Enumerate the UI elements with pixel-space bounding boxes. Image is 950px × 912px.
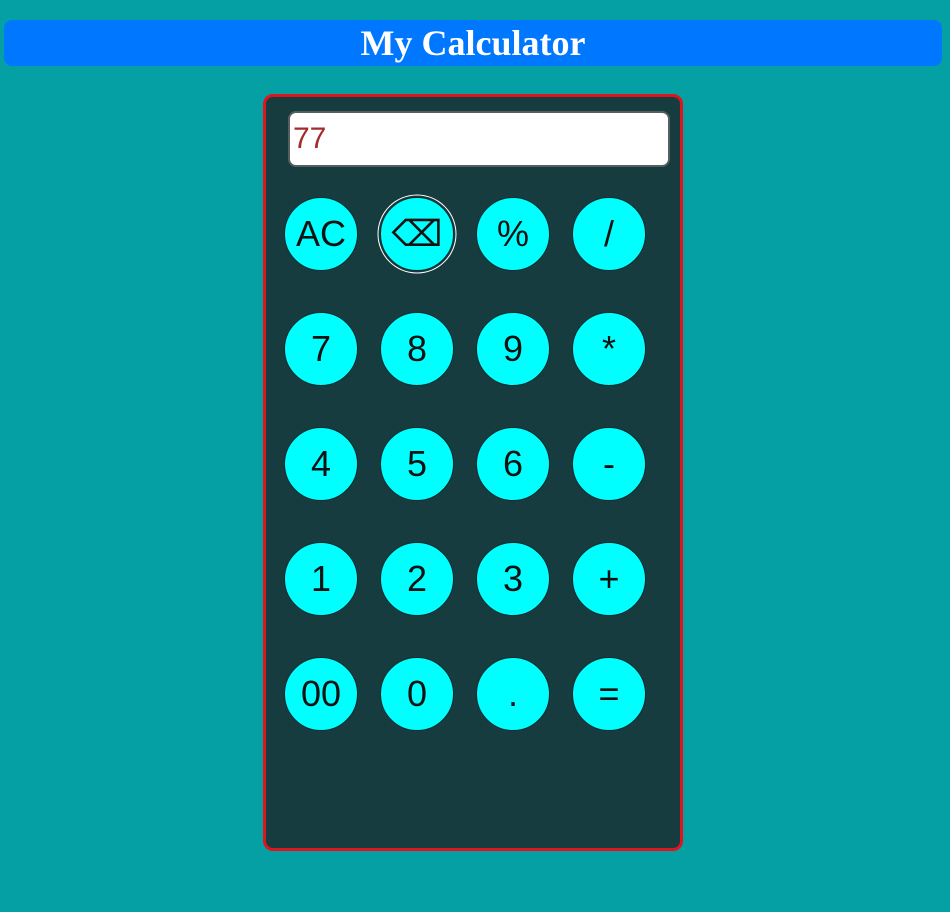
digit-0-button[interactable]: 0 — [380, 657, 454, 731]
double-zero-button[interactable]: 00 — [284, 657, 358, 731]
calculator-panel: AC ⌫ % / 7 8 9 * 4 5 6 - 1 2 3 + 00 0 . … — [263, 94, 683, 851]
multiply-button[interactable]: * — [572, 312, 646, 386]
subtract-button[interactable]: - — [572, 427, 646, 501]
digit-8-button[interactable]: 8 — [380, 312, 454, 386]
digit-2-button[interactable]: 2 — [380, 542, 454, 616]
equals-button[interactable]: = — [572, 657, 646, 731]
title-bar: My Calculator — [4, 20, 942, 66]
digit-6-button[interactable]: 6 — [476, 427, 550, 501]
decimal-button[interactable]: . — [476, 657, 550, 731]
backspace-icon: ⌫ — [391, 213, 443, 254]
backspace-button[interactable]: ⌫ — [380, 197, 454, 271]
percent-button[interactable]: % — [476, 197, 550, 271]
clear-button[interactable]: AC — [284, 197, 358, 271]
digit-9-button[interactable]: 9 — [476, 312, 550, 386]
add-button[interactable]: + — [572, 542, 646, 616]
digit-7-button[interactable]: 7 — [284, 312, 358, 386]
digit-5-button[interactable]: 5 — [380, 427, 454, 501]
divide-button[interactable]: / — [572, 197, 646, 271]
digit-3-button[interactable]: 3 — [476, 542, 550, 616]
display-input[interactable] — [288, 111, 670, 167]
page-title: My Calculator — [360, 23, 586, 63]
digit-4-button[interactable]: 4 — [284, 427, 358, 501]
digit-1-button[interactable]: 1 — [284, 542, 358, 616]
